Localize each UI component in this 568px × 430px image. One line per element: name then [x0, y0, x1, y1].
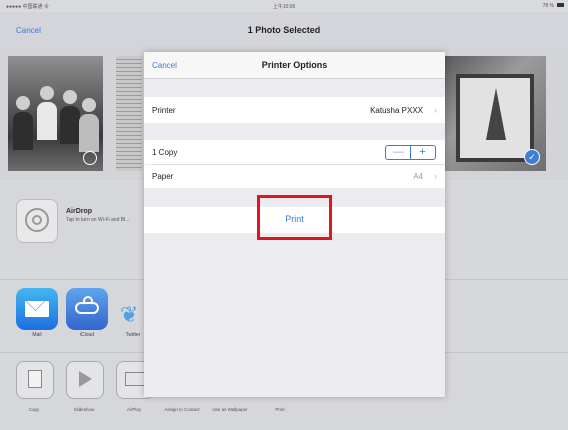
copy-icon[interactable] [16, 361, 54, 399]
checkmark-icon[interactable]: ✓ [524, 149, 540, 165]
screen: ●●●●● 中国联通 令 上午10:06 78 % Cancel 1 Photo… [0, 0, 568, 430]
action-label-assign-contact: Assign to Contact [164, 407, 200, 412]
decrement-button[interactable]: — [386, 146, 411, 159]
eiffel-tower-drawing [486, 88, 506, 140]
action-label-copy: Copy [28, 407, 40, 412]
app-label-mail: Mail [32, 332, 42, 338]
battery-icon [557, 3, 564, 7]
action-label-slideshow: Slideshow [73, 407, 95, 412]
chevron-right-icon: › [434, 105, 437, 115]
battery-percent: 78 % [542, 3, 554, 9]
increment-button[interactable]: + [410, 146, 435, 159]
airdrop-title: AirDrop [66, 208, 93, 215]
copies-label: 1 Copy [152, 148, 178, 157]
photo-thumbnail-group[interactable] [8, 56, 103, 171]
mail-icon[interactable] [16, 288, 58, 330]
paper-label: Paper [152, 172, 174, 181]
highlight-box [257, 195, 332, 240]
chevron-right-icon: › [434, 171, 437, 181]
app-label-icloud: iCloud [79, 332, 95, 338]
play-icon[interactable] [66, 361, 104, 399]
copies-stepper: — + [385, 145, 436, 160]
action-label-wallpaper: Use as Wallpaper [212, 407, 248, 412]
printer-row[interactable]: Printer Katusha PXXX › [144, 97, 445, 123]
photo-thumbnail-document[interactable] [116, 56, 142, 171]
airdrop-icon[interactable] [16, 199, 58, 243]
popover-title: Printer Options [261, 60, 328, 70]
printer-options-popover: Cancel Printer Options Printer Katusha P… [144, 52, 445, 397]
icloud-icon[interactable] [66, 288, 108, 330]
select-circle-icon[interactable] [83, 151, 97, 165]
status-time: 上午10:06 [272, 4, 296, 10]
nav-bar: Cancel 1 Photo Selected [0, 12, 568, 47]
paper-value: A4 [413, 172, 423, 181]
action-label-print: Print [275, 407, 285, 412]
status-bar: ●●●●● 中国联通 令 上午10:06 78 % [0, 0, 568, 12]
twitter-icon[interactable]: ❦ [116, 288, 146, 330]
action-label-airplay: AirPlay [126, 407, 142, 412]
copies-row: 1 Copy — + [144, 140, 445, 164]
popover-header: Cancel Printer Options [144, 52, 445, 79]
photo-thumbnail-frame[interactable]: ✓ [444, 56, 546, 171]
printer-value: Katusha PXXX [370, 106, 423, 115]
page-title: 1 Photo Selected [247, 25, 321, 35]
printer-label: Printer [152, 106, 176, 115]
airdrop-subtitle: Tap to turn on Wi-Fi and Bl... [66, 217, 130, 223]
paper-row[interactable]: Paper A4 › [144, 165, 445, 188]
